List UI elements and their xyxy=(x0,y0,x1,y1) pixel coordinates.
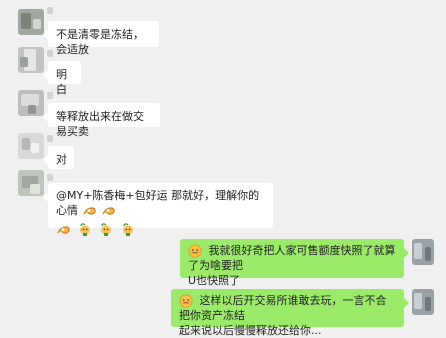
sender-name xyxy=(47,92,53,99)
contact-avatar[interactable] xyxy=(18,170,44,196)
message-bubble-incoming[interactable]: 明白 xyxy=(43,61,81,96)
sprout-icon xyxy=(122,223,133,236)
sprout-icon xyxy=(79,223,90,236)
contact-avatar[interactable] xyxy=(18,9,44,35)
my-avatar[interactable] xyxy=(412,239,434,265)
message-bubble-incoming[interactable]: 等释放出来在做交易买卖 xyxy=(43,103,160,138)
sprout-icon xyxy=(101,223,111,236)
embarrassed-face-icon xyxy=(188,244,202,258)
sender-name xyxy=(47,50,53,57)
ok-hand-icon xyxy=(57,226,70,234)
message-bubble-outgoing[interactable]: 我就很好奇把人家可售额度快照了就算了为啥要把 U也快照了 xyxy=(180,239,409,287)
message-bubble-incoming[interactable]: 不是清零是冻结，会适放 xyxy=(43,21,159,56)
contact-avatar[interactable] xyxy=(18,90,44,116)
message-text-continued: 起来说以后慢慢释放还给你... xyxy=(179,324,322,337)
sender-name xyxy=(47,135,53,142)
contact-avatar[interactable] xyxy=(18,133,44,159)
message-text: 等释放出来在做交易买卖 xyxy=(56,110,144,138)
message-text: 不是清零是冻结，会适放 xyxy=(56,28,144,56)
message-text: 对 xyxy=(56,153,67,166)
sender-name xyxy=(47,174,53,181)
my-avatar[interactable] xyxy=(412,289,434,315)
message-bubble-incoming[interactable]: 对 xyxy=(43,146,74,169)
contact-avatar[interactable] xyxy=(18,47,44,73)
message-text-continued: U也快照了 xyxy=(188,274,241,287)
message-bubble-incoming[interactable]: @MY+陈香梅+包好运 那就好，理解你的心情 xyxy=(43,183,273,236)
message-bubble-outgoing[interactable]: 这样以后开交易所谁敢去玩，一言不合把你资产冻结 起来说以后慢慢释放还给你... xyxy=(171,289,409,337)
message-text: 这样以后开交易所谁敢去玩，一言不合把你资产冻结 xyxy=(179,294,387,322)
sender-name xyxy=(47,7,53,14)
message-text: 我就很好奇把人家可售额度快照了就算了为啥要把 xyxy=(188,244,396,272)
ok-hand-icon xyxy=(82,207,96,215)
ok-hand-icon xyxy=(102,207,115,215)
message-text: 明白 xyxy=(56,68,67,96)
embarrassed-face-icon xyxy=(179,294,193,308)
